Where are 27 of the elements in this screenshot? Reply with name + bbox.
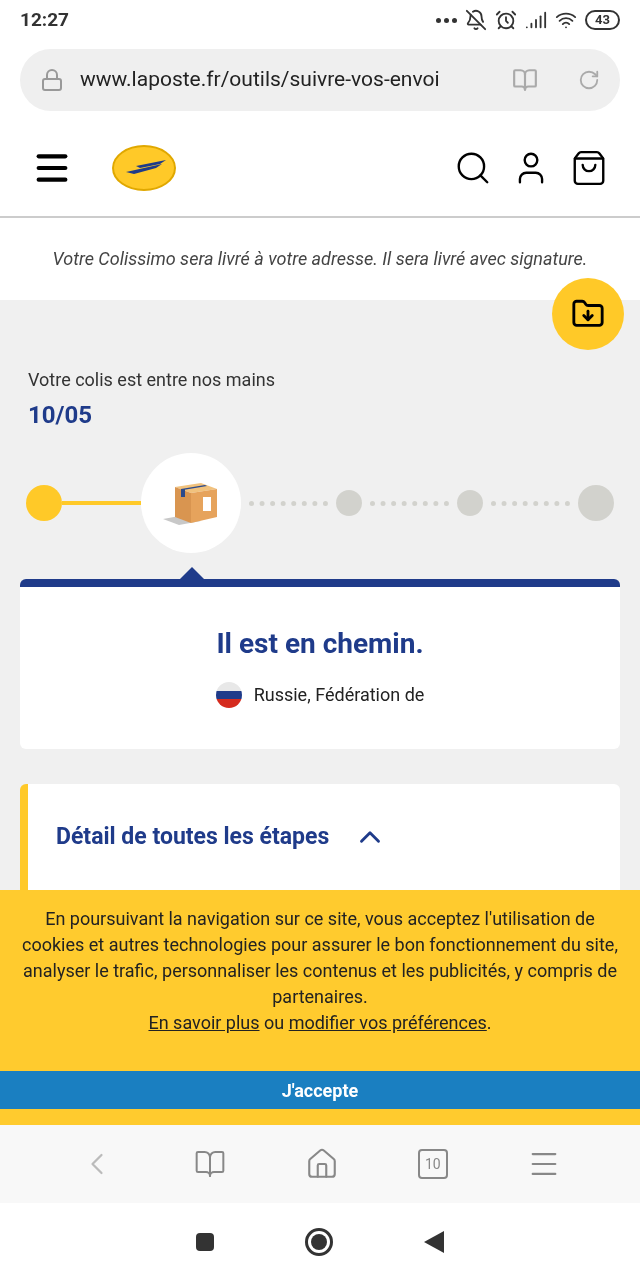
accept-button[interactable]: J'accepte — [0, 1071, 640, 1109]
status-label: Votre colis est entre nos mains — [28, 368, 276, 392]
cookie-notice: En poursuivant la navigation sur ce site, vous acceptez l'utilisation de cookies et autres technologies pour assurer le bon fonctionnement du site, analyser le trafic, personnaliser les contenus et les publicités, y compris de partenaires. — [21, 907, 619, 1009]
details-toggle[interactable]: Détail de toutes les étapes — [56, 820, 388, 855]
battery-level: 43 — [585, 10, 620, 30]
home-icon[interactable] — [305, 1147, 339, 1181]
home-button-icon[interactable] — [305, 1227, 333, 1256]
country-name: Russie, Fédération de — [253, 683, 425, 707]
signal-icon — [525, 9, 548, 31]
url-text: www.laposte.fr/outils/suivre-vos-envoi — [80, 66, 441, 94]
cookie-joiner: ou — [263, 1012, 286, 1033]
back-triangle-icon[interactable] — [424, 1230, 445, 1253]
status-headline: Il est en chemin. — [216, 626, 424, 662]
delivery-note: Votre Colissimo sera livré à votre adresse. Il sera livré avec signature. — [52, 247, 588, 271]
more-icon — [436, 17, 458, 23]
lock-icon — [40, 68, 64, 92]
status-date: 10/05 — [28, 400, 93, 431]
preferences-link[interactable]: modifier vos préférences — [288, 1012, 487, 1033]
muted-bell-icon — [465, 9, 488, 31]
logo-icon[interactable] — [112, 144, 176, 192]
flag-icon — [215, 681, 242, 708]
cookie-end: . — [486, 1012, 492, 1033]
bookmarks-icon[interactable] — [194, 1148, 227, 1180]
alarm-icon — [495, 9, 518, 31]
recents-icon[interactable] — [195, 1232, 214, 1251]
learn-more-link[interactable]: En savoir plus — [148, 1012, 260, 1033]
status-time: 12:27 — [20, 6, 69, 33]
